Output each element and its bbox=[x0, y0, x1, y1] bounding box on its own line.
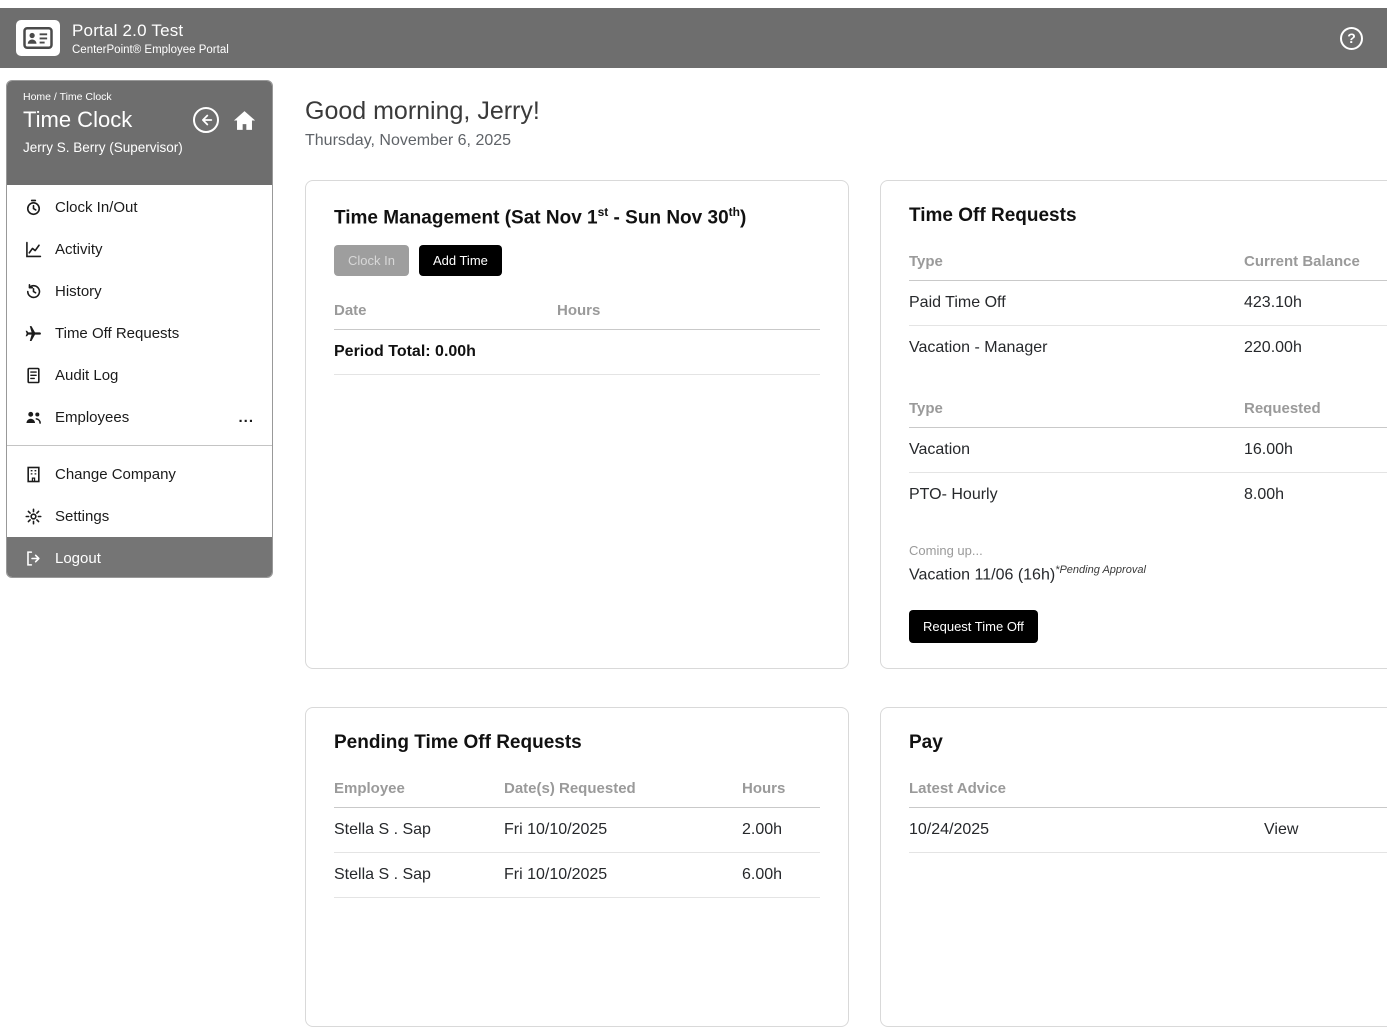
id-card-icon bbox=[16, 20, 60, 56]
column-header-current-balance: Current Balance bbox=[1244, 253, 1387, 270]
coming-up-label: Coming up... bbox=[909, 543, 1387, 558]
sidebar-item-label: Time Off Requests bbox=[55, 325, 179, 342]
column-header-hours: Hours bbox=[557, 302, 820, 319]
sidebar-item-history[interactable]: History bbox=[7, 270, 272, 312]
table-row: Vacation 16.00h bbox=[909, 428, 1387, 473]
column-header-date: Date bbox=[334, 302, 557, 319]
time-off-requests-card: Time Off Requests Type Current Balance P… bbox=[880, 180, 1387, 669]
sidebar-header: Home / Time Clock Time Clock Jerry S. Be… bbox=[7, 81, 272, 185]
table-row: Paid Time Off 423.10h bbox=[909, 281, 1387, 326]
view-advice-link[interactable]: View bbox=[1264, 821, 1387, 839]
date-requested: Fri 10/10/2025 bbox=[504, 866, 742, 884]
sidebar-menu: Clock In/Out Activity History Time Off R… bbox=[7, 185, 272, 578]
employee-name: Stella S . Sap bbox=[334, 821, 504, 839]
sidebar-item-audit-log[interactable]: Audit Log bbox=[7, 354, 272, 396]
home-icon bbox=[233, 110, 256, 131]
sidebar: Home / Time Clock Time Clock Jerry S. Be… bbox=[6, 80, 273, 578]
pending-approval-note: *Pending Approval bbox=[1055, 564, 1146, 576]
page-title: Time Clock bbox=[23, 107, 132, 133]
balance-type: Paid Time Off bbox=[909, 294, 1244, 312]
building-icon bbox=[25, 466, 42, 483]
top-bar: Portal 2.0 Test CenterPoint® Employee Po… bbox=[0, 8, 1387, 68]
sidebar-item-label: Logout bbox=[55, 550, 101, 567]
logout-icon bbox=[25, 550, 42, 567]
employees-icon bbox=[25, 409, 42, 426]
time-off-requests-title: Time Off Requests bbox=[909, 205, 1387, 227]
requested-value: 16.00h bbox=[1244, 441, 1387, 459]
home-button[interactable] bbox=[233, 110, 256, 131]
pending-requests-table: Employee Date(s) Requested Hours Stella … bbox=[334, 770, 820, 898]
requested-value: 8.00h bbox=[1244, 486, 1387, 504]
table-row: Stella S . Sap Fri 10/10/2025 6.00h bbox=[334, 853, 820, 898]
help-icon[interactable]: ? bbox=[1340, 27, 1363, 50]
time-off-requested-table: Type Requested Vacation 16.00h PTO- Hour… bbox=[909, 390, 1387, 517]
column-header-type: Type bbox=[909, 400, 1244, 417]
clock-in-button[interactable]: Clock In bbox=[334, 245, 409, 276]
sidebar-item-change-company[interactable]: Change Company bbox=[7, 453, 272, 495]
back-button[interactable] bbox=[193, 107, 219, 133]
column-header-requested: Requested bbox=[1244, 400, 1387, 417]
time-management-card: Time Management (Sat Nov 1st - Sun Nov 3… bbox=[305, 180, 849, 669]
sidebar-divider bbox=[7, 445, 272, 446]
table-row: Vacation - Manager 220.00h bbox=[909, 326, 1387, 370]
column-header-latest-advice: Latest Advice bbox=[909, 780, 1264, 797]
greeting-heading: Good morning, Jerry! bbox=[305, 97, 540, 126]
activity-chart-icon bbox=[25, 241, 42, 258]
sidebar-item-activity[interactable]: Activity bbox=[7, 228, 272, 270]
time-management-table: Date Hours Period Total: 0.00h bbox=[334, 292, 820, 375]
sidebar-item-label: Activity bbox=[55, 241, 103, 258]
column-header-dates-requested: Date(s) Requested bbox=[504, 780, 742, 797]
date-requested: Fri 10/10/2025 bbox=[504, 821, 742, 839]
table-row: Stella S . Sap Fri 10/10/2025 2.00h bbox=[334, 808, 820, 853]
sidebar-item-label: Audit Log bbox=[55, 367, 118, 384]
sidebar-item-label: Employees bbox=[55, 409, 129, 426]
employee-name: Stella S . Sap bbox=[334, 866, 504, 884]
sidebar-item-logout[interactable]: Logout bbox=[7, 537, 272, 578]
time-off-balance-table: Type Current Balance Paid Time Off 423.1… bbox=[909, 243, 1387, 370]
more-icon[interactable]: ... bbox=[238, 409, 254, 426]
requested-type: PTO- Hourly bbox=[909, 486, 1244, 504]
app-title: Portal 2.0 Test bbox=[72, 21, 229, 41]
clock-icon bbox=[25, 199, 42, 216]
sidebar-item-settings[interactable]: Settings bbox=[7, 495, 272, 537]
hours-value: 2.00h bbox=[742, 821, 820, 839]
breadcrumb[interactable]: Home / Time Clock bbox=[23, 91, 256, 103]
balance-value: 423.10h bbox=[1244, 294, 1387, 312]
sidebar-item-label: History bbox=[55, 283, 102, 300]
pay-table: Latest Advice 10/24/2025 View bbox=[909, 770, 1387, 853]
sidebar-item-clock-in-out[interactable]: Clock In/Out bbox=[7, 186, 272, 228]
greeting-date: Thursday, November 6, 2025 bbox=[305, 132, 511, 150]
app-subtitle: CenterPoint® Employee Portal bbox=[72, 44, 229, 56]
requested-type: Vacation bbox=[909, 441, 1244, 459]
request-time-off-button[interactable]: Request Time Off bbox=[909, 610, 1038, 643]
pending-time-off-card: Pending Time Off Requests Employee Date(… bbox=[305, 707, 849, 1027]
table-row: PTO- Hourly 8.00h bbox=[909, 473, 1387, 517]
balance-type: Vacation - Manager bbox=[909, 339, 1244, 357]
pay-card: Pay Latest Advice 10/24/2025 View bbox=[880, 707, 1387, 1027]
sidebar-item-employees[interactable]: Employees ... bbox=[7, 396, 272, 438]
sidebar-item-label: Change Company bbox=[55, 466, 176, 483]
table-row: 10/24/2025 View bbox=[909, 808, 1387, 853]
sidebar-item-label: Settings bbox=[55, 508, 109, 525]
gear-icon bbox=[25, 508, 42, 525]
coming-up-entry: Vacation 11/06 (16h)*Pending Approval bbox=[909, 564, 1387, 584]
pay-title: Pay bbox=[909, 732, 1387, 754]
audit-log-icon bbox=[25, 367, 42, 384]
pending-time-off-title: Pending Time Off Requests bbox=[334, 732, 820, 754]
hours-value: 6.00h bbox=[742, 866, 820, 884]
add-time-button[interactable]: Add Time bbox=[419, 245, 502, 276]
balance-value: 220.00h bbox=[1244, 339, 1387, 357]
period-total: Period Total: 0.00h bbox=[334, 330, 820, 375]
user-name: Jerry S. Berry (Supervisor) bbox=[23, 140, 256, 155]
history-icon bbox=[25, 283, 42, 300]
column-header-hours: Hours bbox=[742, 780, 820, 797]
airplane-icon bbox=[25, 325, 42, 342]
advice-date: 10/24/2025 bbox=[909, 821, 1264, 839]
sidebar-item-time-off-requests[interactable]: Time Off Requests bbox=[7, 312, 272, 354]
time-management-title: Time Management (Sat Nov 1st - Sun Nov 3… bbox=[334, 205, 820, 229]
sidebar-item-label: Clock In/Out bbox=[55, 199, 138, 216]
arrow-left-icon bbox=[198, 112, 214, 128]
column-header-type: Type bbox=[909, 253, 1244, 270]
column-header-employee: Employee bbox=[334, 780, 504, 797]
